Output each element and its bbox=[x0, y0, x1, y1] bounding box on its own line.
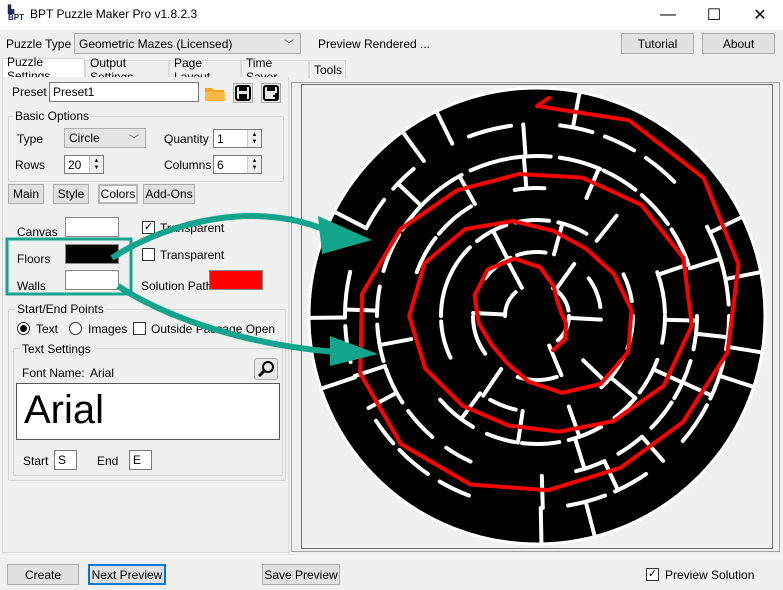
create-button[interactable]: Create bbox=[7, 564, 79, 585]
annotation-arrowhead-floors bbox=[318, 216, 372, 254]
preview-solution-checkbox[interactable]: ✓ bbox=[646, 568, 659, 581]
footer-divider bbox=[0, 556, 783, 557]
annotation-highlight-box bbox=[5, 237, 133, 296]
save-preview-button[interactable]: Save Preview bbox=[262, 564, 340, 585]
annotation-overlay bbox=[5, 213, 378, 366]
next-preview-button[interactable]: Next Preview bbox=[88, 564, 166, 585]
annotation-arrow-walls bbox=[116, 283, 336, 355]
annotation-arrowhead-walls bbox=[330, 336, 378, 366]
annotation-arrow-floors bbox=[110, 213, 332, 261]
preview-solution-label: Preview Solution bbox=[665, 568, 755, 582]
